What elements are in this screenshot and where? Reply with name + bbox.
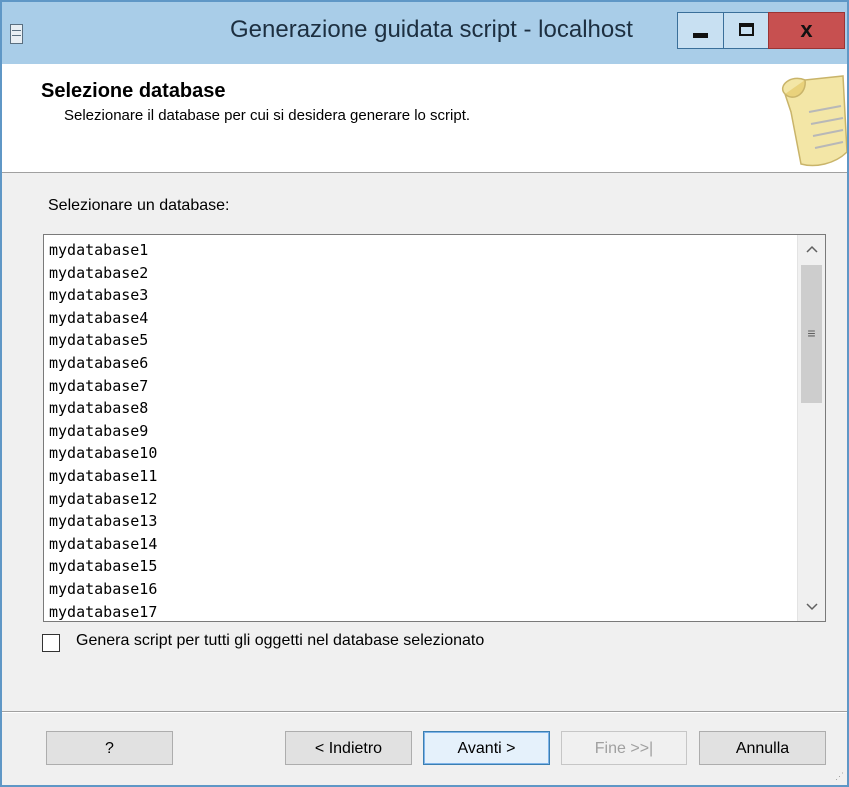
vertical-scrollbar[interactable]: ≡ bbox=[797, 235, 825, 621]
list-item[interactable]: mydatabase14 bbox=[49, 533, 789, 556]
database-list-label: Selezionare un database: bbox=[48, 197, 230, 214]
database-listbox[interactable]: mydatabase1 mydatabase2 mydatabase3 mydatab… bbox=[43, 234, 826, 622]
scroll-down-button[interactable] bbox=[798, 593, 825, 621]
list-item[interactable]: mydatabase13 bbox=[49, 510, 789, 533]
maximize-button[interactable] bbox=[723, 12, 768, 49]
page-title: Selezione database bbox=[41, 80, 226, 102]
wizard-window: Generazione guidata script - localhost x… bbox=[0, 0, 849, 787]
chevron-down-icon bbox=[805, 603, 818, 611]
resize-grip-icon[interactable]: ⋰ bbox=[835, 771, 844, 782]
list-item[interactable]: mydatabase16 bbox=[49, 578, 789, 601]
title-bar[interactable]: Generazione guidata script - localhost x bbox=[2, 2, 847, 64]
database-list: mydatabase1 mydatabase2 mydatabase3 mydatab… bbox=[49, 239, 789, 622]
list-item[interactable]: mydatabase12 bbox=[49, 488, 789, 511]
list-item[interactable]: mydatabase5 bbox=[49, 329, 789, 352]
minimize-button[interactable] bbox=[677, 12, 723, 49]
next-button[interactable]: Avanti > bbox=[423, 731, 550, 765]
list-item[interactable]: mydatabase10 bbox=[49, 442, 789, 465]
scroll-up-button[interactable] bbox=[798, 235, 825, 263]
script-all-objects-checkbox[interactable] bbox=[42, 634, 60, 652]
close-button[interactable]: x bbox=[768, 12, 845, 49]
scroll-thumb[interactable]: ≡ bbox=[801, 265, 822, 403]
list-item[interactable]: mydatabase7 bbox=[49, 375, 789, 398]
list-item[interactable]: mydatabase17 bbox=[49, 601, 789, 622]
list-item[interactable]: mydatabase6 bbox=[49, 352, 789, 375]
list-item[interactable]: mydatabase9 bbox=[49, 420, 789, 443]
grip-icon: ≡ bbox=[807, 325, 816, 341]
help-button[interactable]: ? bbox=[46, 731, 173, 765]
page-subtitle: Selezionare il database per cui si desid… bbox=[64, 107, 471, 124]
cancel-button[interactable]: Annulla bbox=[699, 731, 826, 765]
close-icon: x bbox=[800, 17, 813, 42]
scroll-icon bbox=[782, 75, 847, 167]
wizard-header: Selezione database Selezionare il databa… bbox=[2, 64, 847, 173]
back-button[interactable]: < Indietro bbox=[285, 731, 412, 765]
finish-button: Fine >>| bbox=[561, 731, 687, 765]
list-item[interactable]: mydatabase8 bbox=[49, 397, 789, 420]
footer-separator bbox=[2, 711, 847, 713]
chevron-up-icon bbox=[805, 245, 818, 253]
window-title: Generazione guidata script - localhost bbox=[230, 16, 633, 43]
list-item[interactable]: mydatabase1 bbox=[49, 239, 789, 262]
list-item[interactable]: mydatabase11 bbox=[49, 465, 789, 488]
script-all-objects-label[interactable]: Genera script per tutti gli oggetti nel … bbox=[76, 632, 484, 650]
list-item[interactable]: mydatabase3 bbox=[49, 284, 789, 307]
document-icon bbox=[10, 24, 23, 44]
list-item[interactable]: mydatabase4 bbox=[49, 307, 789, 330]
list-item[interactable]: mydatabase15 bbox=[49, 555, 789, 578]
list-item[interactable]: mydatabase2 bbox=[49, 262, 789, 285]
